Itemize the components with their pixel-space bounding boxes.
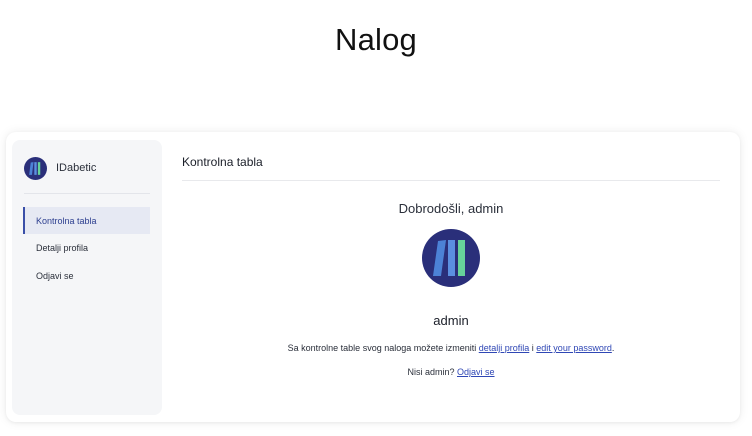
description-suffix: . [611, 343, 615, 353]
not-admin-line: Nisi admin? Odjavi se [182, 367, 720, 377]
logout-link[interactable]: Odjavi se [457, 367, 495, 377]
main-content: Kontrolna tabla Dobrodošli, admin admin … [182, 140, 720, 415]
sidebar-divider [24, 193, 150, 194]
sidebar-item-kontrolna-tabla[interactable]: Kontrolna tabla [23, 207, 150, 234]
sidebar-item-label: Detalji profila [36, 243, 89, 253]
brand-name: IDabetic [56, 162, 97, 174]
sidebar-item-label: Kontrolna tabla [36, 215, 97, 226]
username: admin [433, 313, 469, 328]
welcome-message: Dobrodošli, admin [398, 201, 504, 216]
edit-password-link[interactable]: edit your password [536, 343, 612, 353]
not-admin-prefix: Nisi admin? [407, 367, 457, 377]
sidebar: IDabetic Kontrolna tabla Detalji profila… [12, 140, 162, 415]
sidebar-item-detalji-profila[interactable]: Detalji profila [23, 235, 150, 262]
section-divider [182, 180, 720, 181]
sidebar-menu: Kontrolna tabla Detalji profila Odjavi s… [23, 207, 150, 290]
sidebar-item-odjavi-se[interactable]: Odjavi se [23, 262, 150, 289]
books-avatar-icon [422, 229, 480, 287]
sidebar-item-label: Odjavi se [36, 270, 74, 281]
dashboard-description: Sa kontrolne table svog naloga možete iz… [182, 343, 720, 353]
description-prefix: Sa kontrolne table svog naloga možete iz… [287, 343, 479, 353]
section-title: Kontrolna tabla [182, 155, 263, 169]
profile-details-link[interactable]: detalji profila [479, 343, 530, 353]
books-logo-icon [24, 156, 47, 180]
brand[interactable]: IDabetic [24, 156, 96, 180]
page-title: Nalog [335, 22, 417, 57]
